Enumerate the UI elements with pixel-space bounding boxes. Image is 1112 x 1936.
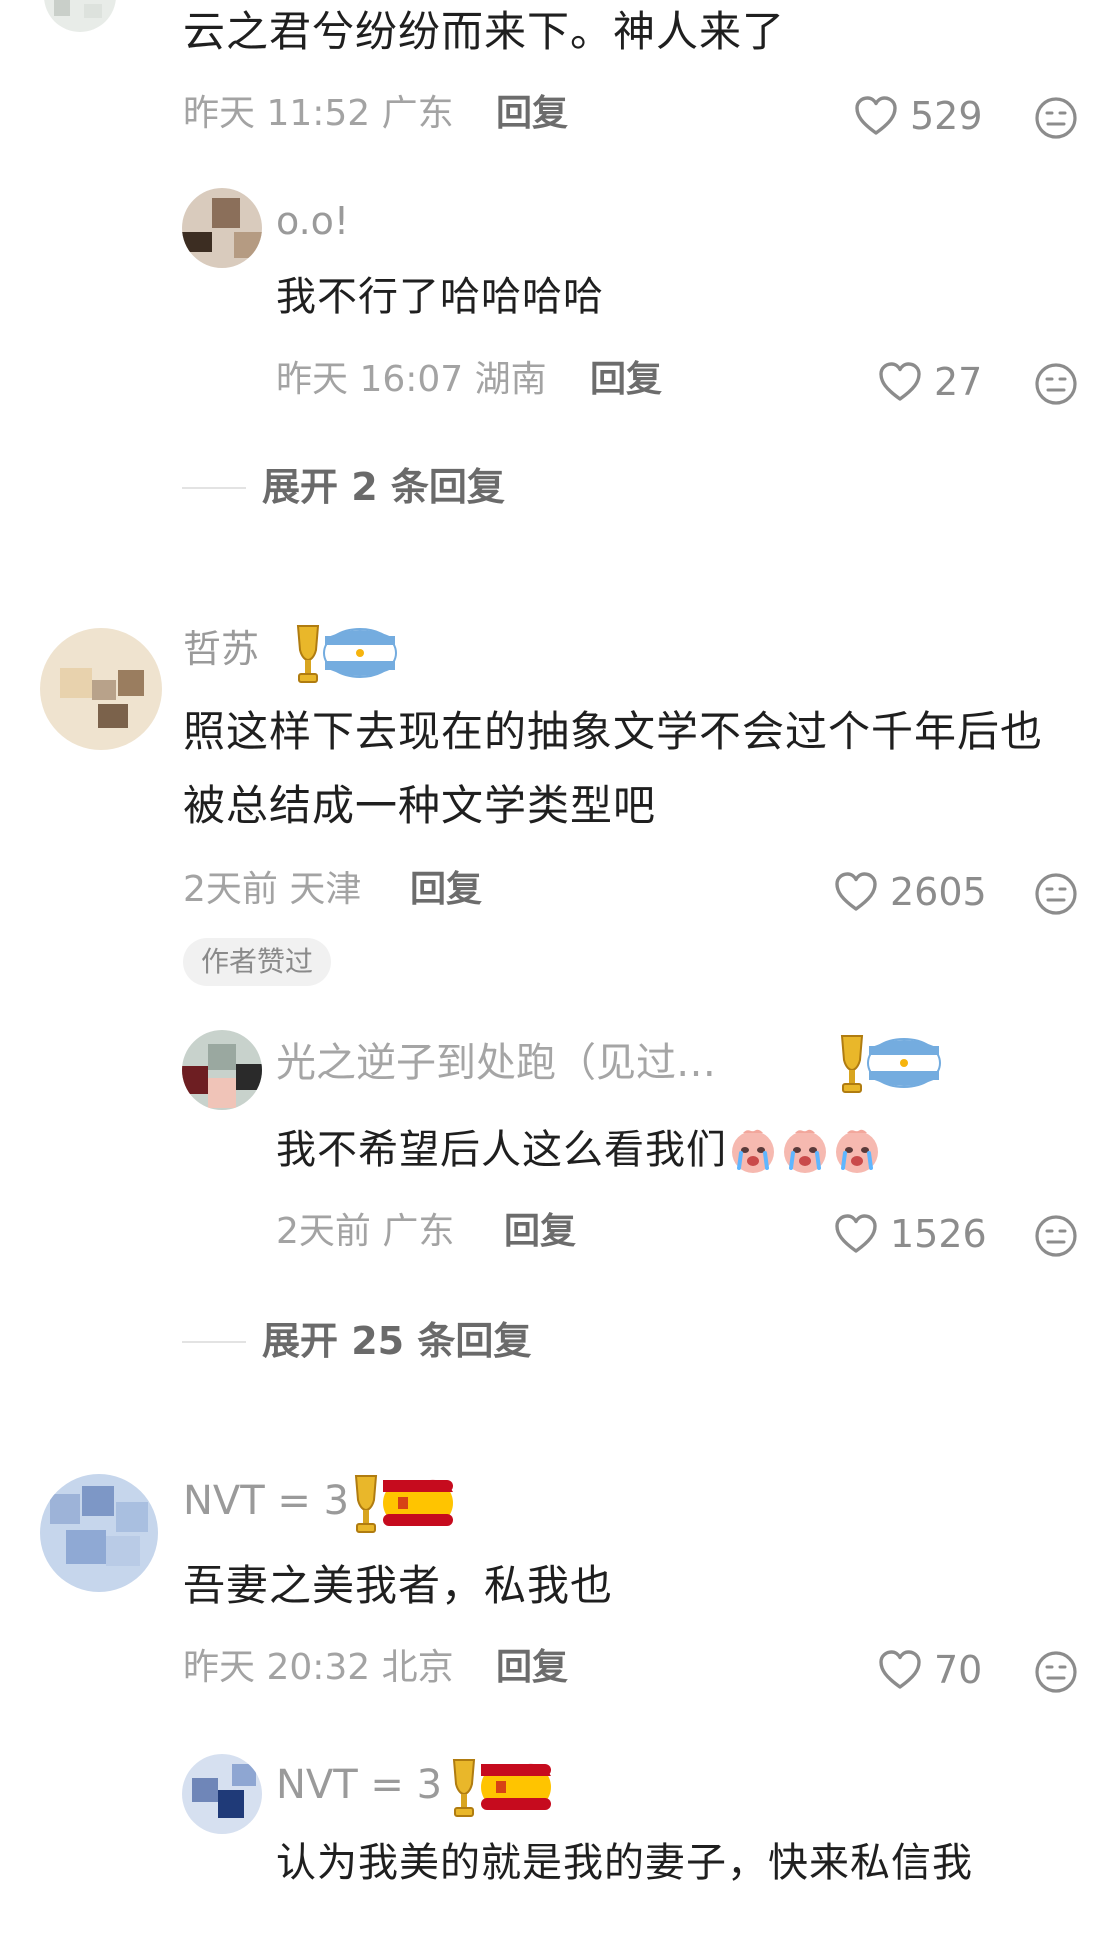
reply-button[interactable]: 回复 <box>410 868 482 912</box>
reply-location: 广东 <box>382 1211 455 1252</box>
reply-button[interactable]: 回复 <box>590 358 662 402</box>
heart-outline-icon <box>832 868 880 916</box>
like-count: 27 <box>934 360 983 404</box>
meh-face-icon[interactable] <box>1032 870 1080 918</box>
trophy-spain-flag-icon <box>350 1470 460 1540</box>
heart-outline-icon <box>832 1210 880 1258</box>
avatar[interactable] <box>44 0 116 32</box>
reply-time: 2天前 <box>276 1211 371 1252</box>
avatar[interactable] <box>182 1754 262 1834</box>
trophy-argentina-flag-icon <box>836 1030 946 1100</box>
heart-outline-icon <box>852 92 900 140</box>
reply-text: 我不行了哈哈哈哈 <box>276 274 604 320</box>
comment-meta: 昨天 20:32 北京 <box>183 1646 454 1690</box>
crying-face-emoji <box>727 1124 779 1176</box>
username[interactable]: o.o! <box>276 198 349 244</box>
like-button[interactable]: 1526 <box>832 1210 987 1258</box>
reply-time: 昨天 16:07 <box>276 359 464 400</box>
author-liked-badge: 作者赞过 <box>183 938 332 986</box>
trophy-spain-flag-icon <box>448 1754 558 1824</box>
comment-time: 昨天 11:52 <box>183 93 371 134</box>
username[interactable]: NVT = 3 <box>183 1478 349 1524</box>
like-button[interactable]: 529 <box>852 92 983 140</box>
meh-face-icon[interactable] <box>1032 1648 1080 1696</box>
reply-button[interactable]: 回复 <box>496 1646 568 1690</box>
avatar[interactable] <box>182 188 262 268</box>
avatar[interactable] <box>182 1030 262 1110</box>
avatar[interactable] <box>40 1474 158 1592</box>
username[interactable]: NVT = 3 <box>276 1762 442 1808</box>
comment-meta: 2天前 天津 <box>183 868 361 912</box>
username[interactable]: 哲苏 <box>183 626 259 672</box>
like-count: 1526 <box>890 1212 987 1256</box>
like-button[interactable]: 70 <box>876 1646 982 1694</box>
crying-face-emoji <box>831 1124 883 1176</box>
like-button[interactable]: 27 <box>876 358 982 406</box>
comment-text: 吾妻之美我者，私我也 <box>183 1561 614 1610</box>
comment-location: 广东 <box>381 93 454 134</box>
comment-text: 云之君兮纷纷而来下。神人来了 <box>183 7 786 56</box>
reply-meta: 2天前 广东 <box>276 1210 454 1254</box>
comment-location: 天津 <box>289 869 362 910</box>
crying-face-emoji <box>779 1124 831 1176</box>
avatar[interactable] <box>40 628 162 750</box>
like-button[interactable]: 2605 <box>832 868 987 916</box>
expand-divider <box>182 487 246 489</box>
trophy-argentina-flag-icon <box>292 620 402 690</box>
reply-location: 湖南 <box>474 359 547 400</box>
comment-text-line1: 照这样下去现在的抽象文学不会过个千年后也 <box>183 707 1044 756</box>
reply-button[interactable]: 回复 <box>496 92 568 136</box>
like-count: 529 <box>910 94 983 138</box>
username[interactable]: 光之逆子到处跑（见过… <box>276 1040 716 1086</box>
reply-text-content: 我不希望后人这么看我们 <box>276 1127 727 1173</box>
expand-divider <box>182 1341 246 1343</box>
reply-text: 认为我美的就是我的妻子，快来私信我 <box>276 1840 973 1886</box>
comment-time: 2天前 <box>183 869 278 910</box>
meh-face-icon[interactable] <box>1032 360 1080 408</box>
reply-meta: 昨天 16:07 湖南 <box>276 358 547 402</box>
comment-time: 昨天 20:32 <box>183 1647 371 1688</box>
like-count: 70 <box>934 1648 983 1692</box>
like-count: 2605 <box>890 870 987 914</box>
heart-outline-icon <box>876 358 924 406</box>
expand-replies-button[interactable]: 展开 2 条回复 <box>262 464 505 510</box>
reply-button[interactable]: 回复 <box>504 1210 576 1254</box>
meh-face-icon[interactable] <box>1032 94 1080 142</box>
comment-text-line2: 被总结成一种文学类型吧 <box>183 781 657 830</box>
comment-location: 北京 <box>381 1647 454 1688</box>
comment-meta: 昨天 11:52 广东 <box>183 92 454 136</box>
heart-outline-icon <box>876 1646 924 1694</box>
expand-replies-button[interactable]: 展开 25 条回复 <box>262 1318 531 1364</box>
meh-face-icon[interactable] <box>1032 1212 1080 1260</box>
reply-text: 我不希望后人这么看我们 <box>276 1124 883 1176</box>
